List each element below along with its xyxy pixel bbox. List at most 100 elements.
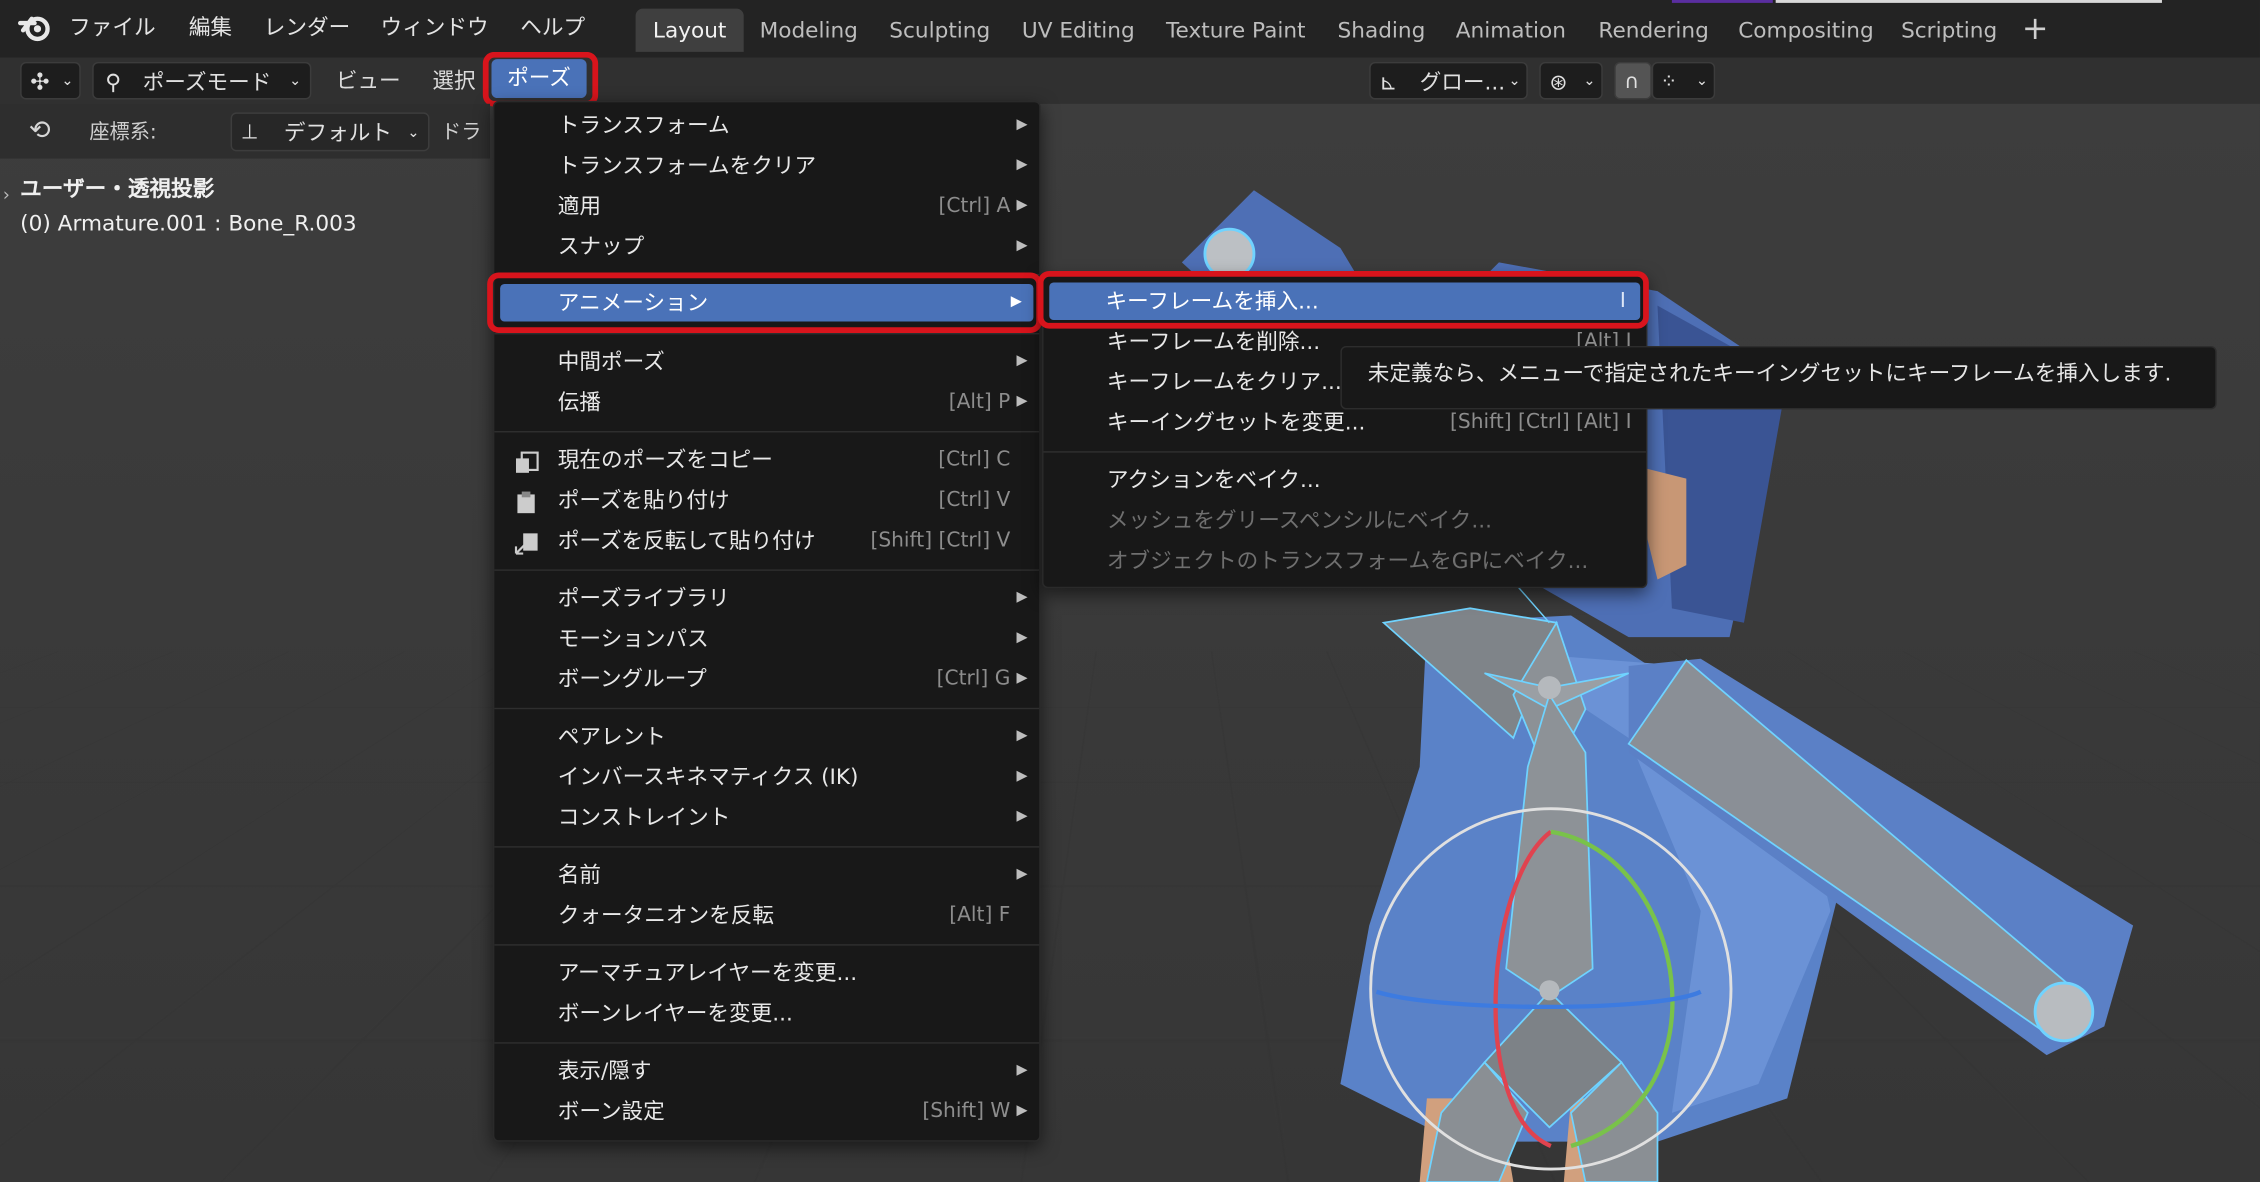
menu-select[interactable]: 選択 bbox=[432, 62, 475, 99]
orientation-label: グロー... bbox=[1419, 69, 1506, 96]
menu-edit[interactable]: 編集 bbox=[189, 0, 232, 58]
chevron-down-icon: ⌄ bbox=[1583, 73, 1596, 90]
menu-item-apply[interactable]: 適用 [Ctrl] A ▶ bbox=[494, 187, 1039, 224]
menu-item-flip-quaternions[interactable]: クォータニオンを反転 [Alt] F bbox=[494, 897, 1039, 934]
armature-character[interactable] bbox=[0, 104, 2260, 1182]
menu-separator bbox=[494, 431, 1040, 433]
add-workspace-button[interactable]: + bbox=[2018, 9, 2053, 52]
menu-item-bone-settings[interactable]: ボーン設定 [Shift] W ▶ bbox=[494, 1093, 1039, 1130]
tab-compositing[interactable]: Compositing bbox=[1721, 9, 1891, 52]
menu-pose[interactable]: ポーズ bbox=[491, 59, 587, 99]
pivot-point-selector[interactable]: ⊛ ⌄ bbox=[1539, 61, 1603, 100]
tab-texture-paint[interactable]: Texture Paint bbox=[1149, 9, 1323, 52]
submenu-arrow-icon: ▶ bbox=[1016, 1102, 1028, 1119]
coordinate-value: デフォルト bbox=[283, 119, 393, 146]
menu-render[interactable]: レンダー bbox=[264, 0, 351, 58]
menu-item-label: モーションパス bbox=[557, 625, 709, 652]
submenu-arrow-icon: ▶ bbox=[1016, 116, 1028, 133]
menu-item-label: ボーングループ bbox=[557, 665, 707, 692]
menu-item-label: スナップ bbox=[557, 233, 645, 260]
menu-item-label: ボーン設定 bbox=[557, 1098, 665, 1125]
menu-item-label: ポーズライブラリ bbox=[557, 585, 730, 612]
tab-sculpting[interactable]: Sculpting bbox=[872, 9, 1008, 52]
submenu-arrow-icon: ▶ bbox=[1016, 589, 1028, 606]
menu-item-label: ボーンレイヤーを変更... bbox=[557, 1000, 793, 1027]
blender-logo-icon[interactable] bbox=[17, 12, 52, 44]
axes-icon: ⊥ bbox=[240, 121, 259, 145]
menu-item-bone-groups[interactable]: ボーングループ [Ctrl] G ▶ bbox=[494, 660, 1039, 697]
menu-item-paste-pose[interactable]: ポーズを貼り付け [Ctrl] V bbox=[494, 481, 1039, 518]
menu-file[interactable]: ファイル bbox=[69, 0, 156, 58]
submenu-arrow-icon: ▶ bbox=[1016, 1062, 1028, 1079]
menu-view[interactable]: ビュー bbox=[336, 62, 401, 99]
axis-icon: ⊾ bbox=[1379, 69, 1398, 96]
menu-item-snap[interactable]: スナップ ▶ bbox=[494, 228, 1039, 265]
menu-item-bake-action[interactable]: アクションをベイク... bbox=[1044, 461, 1646, 498]
3d-viewport[interactable]: ユーザー・透視投影 (0) Armature.001 : Bone_R.003 … bbox=[0, 103, 2260, 1182]
menu-window[interactable]: ウィンドウ bbox=[381, 0, 489, 58]
tab-scripting[interactable]: Scripting bbox=[1884, 9, 2015, 52]
chevron-down-icon: ⌄ bbox=[407, 125, 420, 142]
snap-target-selector[interactable]: ⁘ ⌄ bbox=[1651, 61, 1716, 100]
viewport-header: ✣ ⌄ ⚲ ポーズモード ⌄ ビュー 選択 ⊾ グロー... ⌄ ⊛ ⌄ ∩ ⁘… bbox=[0, 57, 2260, 104]
menu-item-label: 伝播 bbox=[557, 389, 602, 416]
menu-item-change-bone-layers[interactable]: ボーンレイヤーを変更... bbox=[494, 995, 1039, 1032]
menu-item-insert-keyframe[interactable]: キーフレームを挿入... I bbox=[1049, 282, 1641, 321]
submenu-arrow-icon: ▶ bbox=[1016, 727, 1028, 744]
menu-item-label: ポーズを反転して貼り付け bbox=[557, 527, 816, 554]
menu-item-in-between[interactable]: 中間ポーズ ▶ bbox=[494, 343, 1039, 380]
submenu-arrow-icon: ▶ bbox=[1010, 294, 1022, 310]
object-info-label: (0) Armature.001 : Bone_R.003 bbox=[20, 210, 357, 237]
menu-item-clear-transform[interactable]: トランスフォームをクリア ▶ bbox=[494, 147, 1039, 184]
menu-item-animation[interactable]: アニメーション ▶ bbox=[500, 283, 1034, 322]
coordinate-system-dropdown[interactable]: ⊥ デフォルト ⌄ bbox=[230, 112, 430, 152]
top-bar: ファイル 編集 レンダー ウィンドウ ヘルプ Layout Modeling S… bbox=[0, 0, 2260, 58]
pose-mode-icon: ⚲ bbox=[105, 69, 122, 96]
tab-rendering[interactable]: Rendering bbox=[1581, 9, 1726, 52]
menu-item-names[interactable]: 名前 ▶ bbox=[494, 856, 1039, 893]
menu-item-label: 現在のポーズをコピー bbox=[557, 446, 773, 473]
menu-item-label: クォータニオンを反転 bbox=[557, 902, 775, 929]
menu-item-constraints[interactable]: コンストレイント ▶ bbox=[494, 799, 1039, 836]
tab-layout[interactable]: Layout bbox=[635, 8, 744, 52]
menu-item-parent[interactable]: ペアレント ▶ bbox=[494, 718, 1039, 755]
scene-selector-accent-light bbox=[1775, 0, 2162, 3]
mode-selector[interactable]: ⚲ ポーズモード ⌄ bbox=[92, 61, 312, 100]
scene-selector-accent bbox=[1671, 0, 1773, 3]
snap-grid-icon: ⁘ bbox=[1660, 70, 1678, 94]
submenu-arrow-icon: ▶ bbox=[1016, 197, 1028, 214]
menu-item-label: オブジェクトのトランスフォームをGPにベイク... bbox=[1106, 547, 1589, 574]
menu-item-motion-paths[interactable]: モーションパス ▶ bbox=[494, 620, 1039, 657]
menu-item-change-armature-layers[interactable]: アーマチュアレイヤーを変更... bbox=[494, 954, 1039, 991]
menu-item-label: トランスフォーム bbox=[557, 112, 730, 139]
pivot-icon: ⊛ bbox=[1549, 69, 1568, 96]
tab-shading[interactable]: Shading bbox=[1320, 9, 1442, 52]
menu-item-bake-object-transform-to-gp: オブジェクトのトランスフォームをGPにベイク... bbox=[1044, 542, 1646, 579]
menu-item-label: 表示/隠す bbox=[557, 1058, 652, 1085]
transform-orientation-selector[interactable]: ⊾ グロー... ⌄ bbox=[1369, 61, 1528, 100]
menu-item-transform[interactable]: トランスフォーム ▶ bbox=[494, 107, 1039, 144]
transform-gizmo-icon[interactable]: ⟲ bbox=[29, 115, 51, 145]
menu-item-show-hide[interactable]: 表示/隠す ▶ bbox=[494, 1052, 1039, 1089]
menu-item-copy-pose[interactable]: 現在のポーズをコピー [Ctrl] C bbox=[494, 441, 1039, 478]
snap-toggle[interactable]: ∩ bbox=[1614, 61, 1652, 100]
chevron-down-icon: ⌄ bbox=[61, 73, 74, 90]
menu-help[interactable]: ヘルプ bbox=[520, 0, 585, 58]
tab-animation[interactable]: Animation bbox=[1438, 9, 1583, 52]
shortcut-label: [Ctrl] G bbox=[936, 667, 1011, 691]
menu-item-label: キーフレームを挿入... bbox=[1105, 288, 1319, 315]
editor-type-button[interactable]: ✣ ⌄ bbox=[20, 61, 81, 100]
menu-item-pose-library[interactable]: ポーズライブラリ ▶ bbox=[494, 579, 1039, 616]
chevron-down-icon: ⌄ bbox=[1508, 73, 1521, 90]
sidebar-toggle-icon[interactable]: › bbox=[3, 185, 10, 205]
menu-item-paste-flipped[interactable]: ポーズを反転して貼り付け [Shift] [Ctrl] V bbox=[494, 522, 1039, 559]
tab-uv-editing[interactable]: UV Editing bbox=[1005, 9, 1152, 52]
submenu-arrow-icon: ▶ bbox=[1016, 670, 1028, 687]
menu-item-label: メッシュをグリースペンシルにベイク... bbox=[1106, 507, 1493, 534]
tab-modeling[interactable]: Modeling bbox=[742, 9, 875, 52]
menu-item-label: キーフレームをクリア... bbox=[1106, 369, 1342, 395]
menu-item-propagate[interactable]: 伝播 [Alt] P ▶ bbox=[494, 383, 1039, 420]
menu-item-label: アーマチュアレイヤーを変更... bbox=[557, 960, 858, 986]
menu-item-inverse-kinematics[interactable]: インバースキネマティクス (IK) ▶ bbox=[494, 758, 1039, 795]
shortcut-label: [Ctrl] A bbox=[938, 194, 1011, 218]
